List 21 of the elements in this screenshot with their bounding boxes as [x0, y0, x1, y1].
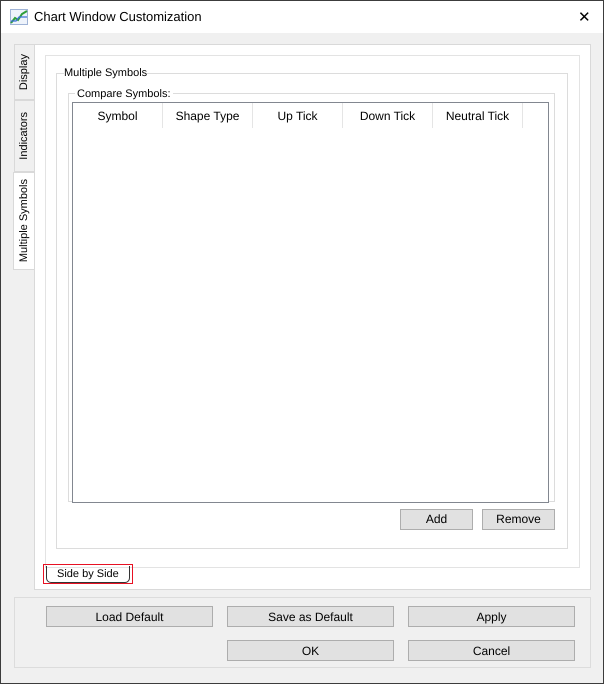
button[interactable]: Remove: [482, 508, 555, 530]
button[interactable]: Load Default: [46, 606, 213, 627]
button[interactable]: OK: [227, 640, 394, 661]
column-header[interactable]: Symbol: [73, 103, 163, 128]
column-header[interactable]: Up Tick: [253, 103, 343, 128]
column-header[interactable]: Neutral Tick: [433, 103, 523, 128]
button[interactable]: Cancel: [408, 640, 575, 661]
button[interactable]: Add: [400, 508, 473, 530]
close-button[interactable]: ✕: [578, 10, 591, 24]
column-header[interactable]: Shape Type: [163, 103, 253, 128]
tab[interactable]: Indicators: [14, 100, 34, 172]
tab[interactable]: Side by Side: [43, 564, 133, 584]
tab[interactable]: Multiple Symbols: [13, 172, 34, 270]
column-header[interactable]: Down Tick: [343, 103, 433, 128]
group-title: Compare Symbols:: [76, 86, 172, 102]
button[interactable]: Save as Default: [227, 606, 394, 627]
button[interactable]: Apply: [408, 606, 575, 627]
group-title: Multiple Symbols: [64, 66, 148, 81]
window-title: Chart Window Customization: [34, 8, 202, 26]
tab[interactable]: Display: [14, 44, 34, 100]
chart-icon: [10, 9, 28, 25]
